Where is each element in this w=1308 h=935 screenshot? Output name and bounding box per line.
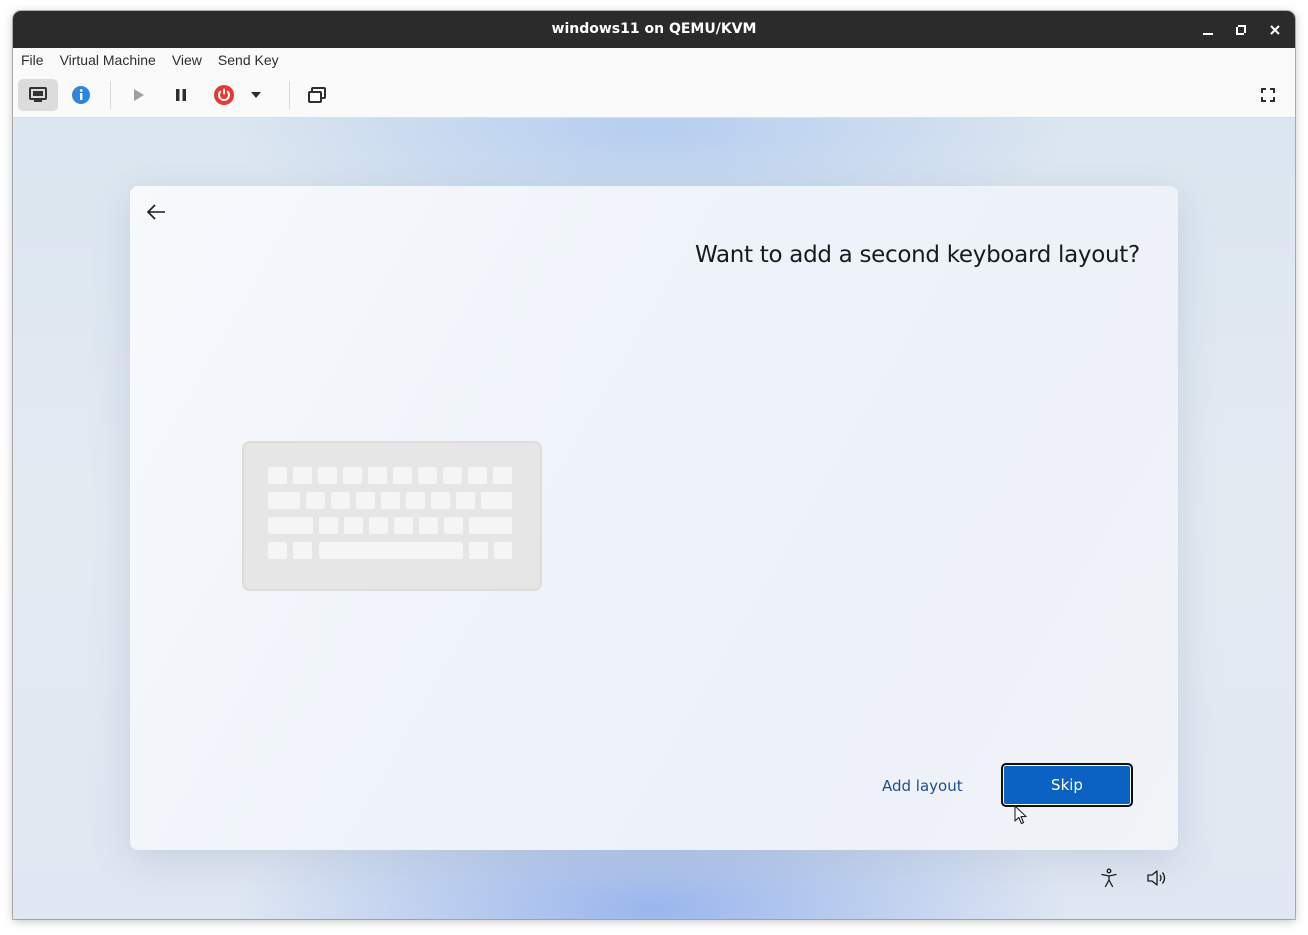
keyboard-key <box>319 542 463 559</box>
keyboard-key <box>469 517 512 534</box>
fullscreen-button[interactable] <box>1248 79 1288 111</box>
vm-display[interactable]: Want to add a second keyboard layout? Ad… <box>13 118 1295 919</box>
dropdown-arrow-icon <box>251 92 261 98</box>
keyboard-key <box>493 467 512 484</box>
keyboard-key <box>418 467 437 484</box>
menu-file[interactable]: File <box>13 48 52 73</box>
accessibility-button[interactable] <box>1097 866 1121 890</box>
keyboard-key <box>343 467 362 484</box>
keyboard-key <box>469 542 488 559</box>
skip-button[interactable]: Skip <box>1001 763 1133 807</box>
keyboard-key <box>356 492 375 509</box>
keyboard-key <box>456 492 475 509</box>
keyboard-key <box>293 467 312 484</box>
keyboard-key <box>494 542 512 559</box>
keyboard-key <box>468 467 487 484</box>
keyboard-key <box>481 492 512 509</box>
details-button[interactable] <box>61 79 101 111</box>
keyboard-key <box>393 467 412 484</box>
window-title: windows11 on QEMU/KVM <box>551 21 757 37</box>
pause-icon <box>176 89 186 101</box>
keyboard-key <box>394 517 413 534</box>
keyboard-key <box>331 492 350 509</box>
keyboard-key <box>368 467 387 484</box>
shutdown-menu-button[interactable] <box>244 79 268 111</box>
keyboard-key <box>443 467 462 484</box>
keyboard-illustration <box>242 441 542 591</box>
shutdown-button[interactable] <box>204 79 244 111</box>
keyboard-key <box>444 517 463 534</box>
minimize-icon <box>1203 32 1213 35</box>
toolbar-separator <box>110 81 111 109</box>
keyboard-key <box>431 492 450 509</box>
restore-icon <box>1236 24 1246 35</box>
vm-window: windows11 on QEMU/KVM File Virtual Machi… <box>13 11 1295 919</box>
menu-view[interactable]: View <box>164 48 210 73</box>
toolbar <box>13 73 1295 118</box>
keyboard-key <box>319 517 338 534</box>
console-icon <box>29 87 47 102</box>
power-icon <box>214 85 234 105</box>
menu-virtual-machine[interactable]: Virtual Machine <box>52 48 164 73</box>
keyboard-key <box>293 542 312 559</box>
pause-button[interactable] <box>161 79 201 111</box>
run-button[interactable] <box>118 79 158 111</box>
menu-send-key[interactable]: Send Key <box>210 48 287 73</box>
keyboard-key <box>268 467 287 484</box>
toolbar-separator <box>289 81 290 109</box>
title-bar: windows11 on QEMU/KVM <box>13 11 1295 48</box>
console-button[interactable] <box>18 79 58 111</box>
close-button[interactable] <box>1259 11 1291 48</box>
add-layout-button[interactable]: Add layout <box>882 775 963 797</box>
oobe-card: Want to add a second keyboard layout? Ad… <box>130 186 1178 850</box>
volume-button[interactable] <box>1145 866 1169 890</box>
keyboard-key <box>268 517 313 534</box>
minimize-button[interactable] <box>1192 11 1224 48</box>
close-icon <box>1270 24 1280 35</box>
accessibility-icon <box>1101 868 1117 888</box>
keyboard-key <box>318 467 337 484</box>
keyboard-key <box>406 492 425 509</box>
keyboard-key <box>268 542 287 559</box>
keyboard-key <box>381 492 400 509</box>
menu-bar: File Virtual Machine View Send Key <box>13 48 1295 73</box>
keyboard-key <box>268 492 300 509</box>
snapshots-icon <box>308 87 326 103</box>
snapshots-button[interactable] <box>297 79 337 111</box>
volume-icon <box>1147 870 1166 886</box>
restore-button[interactable] <box>1225 11 1257 48</box>
keyboard-key <box>419 517 438 534</box>
keyboard-key <box>369 517 388 534</box>
keyboard-key <box>306 492 325 509</box>
back-button[interactable] <box>144 200 168 224</box>
mouse-cursor-icon <box>1014 805 1027 825</box>
page-title: Want to add a second keyboard layout? <box>695 242 1140 268</box>
info-icon <box>72 86 90 104</box>
fullscreen-icon <box>1261 88 1275 102</box>
back-arrow-icon <box>146 204 165 220</box>
play-icon <box>134 89 144 101</box>
keyboard-key <box>344 517 363 534</box>
